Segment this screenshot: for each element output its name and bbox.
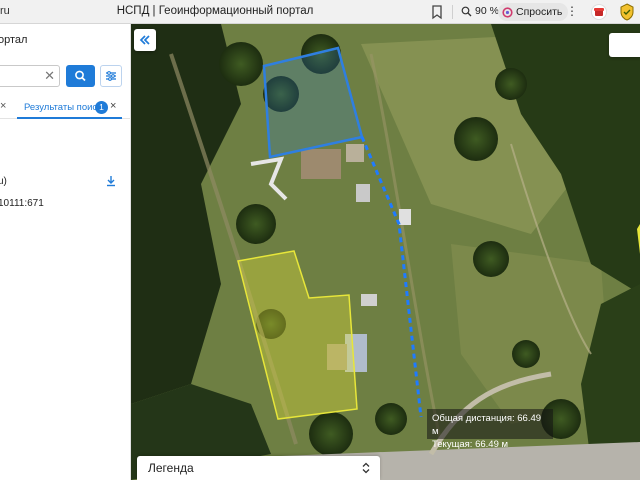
download-icon[interactable] xyxy=(106,175,116,187)
browser-toolbar: ru НСПД | Геоинформационный портал 90 % … xyxy=(0,0,640,24)
search-button[interactable] xyxy=(66,65,95,87)
cadastral-number[interactable]: 10111:671 xyxy=(0,198,44,209)
bookmark-icon[interactable] xyxy=(430,4,444,20)
zoom-indicator[interactable]: 90 % xyxy=(461,5,499,17)
ask-button[interactable]: Спросить xyxy=(498,3,569,21)
double-chevron-left-icon xyxy=(139,35,150,45)
clear-icon[interactable]: ✕ xyxy=(44,68,55,84)
sidebar-tabs: × Результаты поиска 1 × xyxy=(0,97,131,119)
result-item-label[interactable]: u) xyxy=(0,176,7,187)
satellite-map[interactable]: Общая дистанция: 66.49 м Текущая: 66.49 … xyxy=(131,24,640,480)
zoom-icon xyxy=(461,6,472,16)
ask-icon xyxy=(502,6,513,18)
shield-extension-icon[interactable] xyxy=(619,3,635,21)
map-control-panel[interactable] xyxy=(609,33,640,57)
filter-button[interactable] xyxy=(100,65,122,87)
toolbar-divider xyxy=(452,5,453,19)
search-input[interactable]: ✕ xyxy=(0,65,60,87)
legend-bar[interactable]: Легенда xyxy=(137,456,380,480)
search-icon xyxy=(75,70,86,82)
extension-icon[interactable] xyxy=(591,4,607,20)
browser-tab-title[interactable]: НСПД | Геоинформационный портал xyxy=(0,5,430,17)
collapse-sidebar-button[interactable] xyxy=(134,29,156,51)
search-sidebar: ортал ✕ × Результаты поиска 1 × u) 10111 xyxy=(0,24,131,480)
expand-collapse-icon[interactable] xyxy=(361,462,371,474)
measure-tooltip: Общая дистанция: 66.49 м Текущая: 66.49 … xyxy=(427,409,553,450)
ask-label: Спросить xyxy=(516,6,563,18)
portal-title: ортал xyxy=(0,34,28,46)
filter-icon xyxy=(106,71,116,81)
zoom-level: 90 % xyxy=(475,5,499,17)
close-tab-icon[interactable]: × xyxy=(0,100,6,112)
ellipsis-icon[interactable]: ⋮ xyxy=(566,4,578,18)
map-imagery[interactable] xyxy=(131,24,640,480)
close-results-tab-icon[interactable]: × xyxy=(110,100,116,112)
current-distance-label: Текущая: 66.49 м xyxy=(432,439,509,450)
result-count-badge: 1 xyxy=(95,101,108,114)
legend-label: Легенда xyxy=(148,461,194,475)
total-distance-label: Общая дистанция: 66.49 м xyxy=(432,413,542,437)
